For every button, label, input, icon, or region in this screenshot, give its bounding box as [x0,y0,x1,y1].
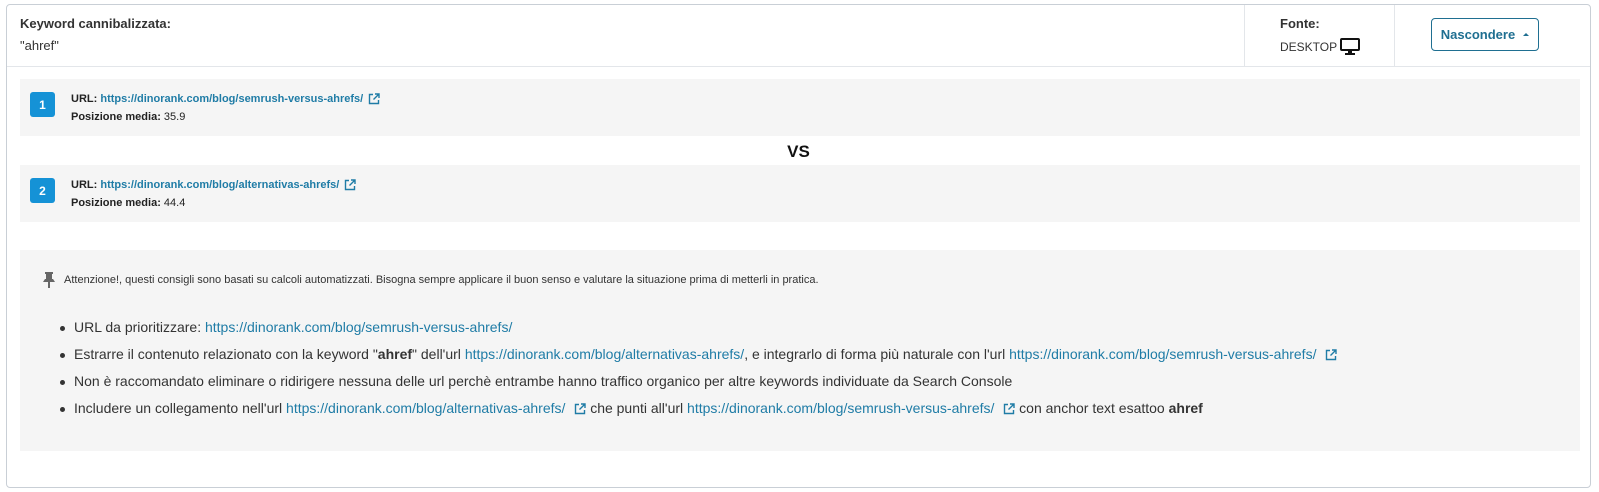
list-item: Includere un collegamento nell'url https… [59,396,1337,423]
tips-list: URL da prioritizzare: https://dinorank.c… [59,315,1338,423]
source-label: Fonte: [1280,16,1320,31]
url-link[interactable]: https://dinorank.com/blog/semrush-versus… [687,400,994,416]
list-item: Estrarre il contenuto relazionato con la… [59,342,1338,369]
keyword-label: Keyword cannibalizzata: [20,16,171,31]
url-link[interactable]: https://dinorank.com/blog/alternativas-a… [465,346,744,362]
cannibalization-card: Keyword cannibalizzata: "ahref" Fonte: D… [6,4,1591,488]
hide-button[interactable]: Nascondere [1431,18,1539,51]
rank-badge: 2 [30,178,55,203]
external-link-icon[interactable] [574,403,586,415]
tip-text: Includere un collegamento nell'url [74,400,283,416]
rank-badge: 1 [30,92,55,117]
advice-box: Attenzione!, questi consigli sono basati… [20,250,1580,451]
keyword-bold: ahref [1168,400,1203,416]
position-value: 44.4 [163,197,186,209]
position-value: 35.9 [163,111,186,123]
hide-button-label: Nascondere [1440,27,1516,42]
url-label: URL: [71,179,98,191]
url-link[interactable]: https://dinorank.com/blog/alternativas-a… [286,400,565,416]
warning-text: Attenzione!, questi consigli sono basati… [64,274,819,286]
external-link-icon[interactable] [1003,403,1015,415]
keyword-bold: ahref [377,346,413,362]
position-line: Posizione media: 35.9 [71,111,185,123]
keyword-value: "ahref" [20,38,59,53]
url-label: URL: [71,93,98,105]
position-label: Posizione media: [71,197,161,209]
tip-text: con anchor text esattoo [1019,400,1165,416]
position-label: Posizione media: [71,111,161,123]
tip-text: Non è raccomandato eliminare o ridiriger… [74,373,1013,389]
caret-up-icon [1523,33,1530,36]
external-link-icon[interactable] [344,179,357,191]
url-link[interactable]: https://dinorank.com/blog/semrush-versus… [100,93,363,105]
warning-line: Attenzione!, questi consigli sono basati… [42,271,819,289]
divider [1244,5,1245,66]
url-line: URL: https://dinorank.com/blog/semrush-v… [71,93,380,105]
tip-text: che punti all'url [590,400,684,416]
tip-text: , e integrarlo di forma più naturale con… [744,346,1006,362]
external-link-icon[interactable] [368,93,380,105]
source-value: DESKTOP [1280,38,1361,56]
source-text: DESKTOP [1280,40,1338,54]
tip-text: " dell'url [412,346,461,362]
list-item: Non è raccomandato eliminare o ridiriger… [59,369,1337,396]
vs-label: VS [787,142,810,161]
card-header: Keyword cannibalizzata: "ahref" Fonte: D… [7,5,1590,67]
url-row-1: 1 URL: https://dinorank.com/blog/semrush… [20,79,1580,136]
list-item: URL da prioritizzare: https://dinorank.c… [59,315,1337,342]
url-link[interactable]: https://dinorank.com/blog/semrush-versus… [205,319,512,335]
divider [1394,5,1395,66]
url-link[interactable]: https://dinorank.com/blog/alternativas-a… [100,179,339,191]
url-row-2: 2 URL: https://dinorank.com/blog/alterna… [20,165,1580,222]
tip-text: Estrarre il contenuto relazionato con la… [74,346,378,362]
position-line: Posizione media: 44.4 [71,197,185,209]
external-link-icon[interactable] [1325,349,1338,361]
url-link[interactable]: https://dinorank.com/blog/semrush-versus… [1009,346,1316,362]
tip-text: URL da prioritizzare: [74,319,202,335]
pin-icon [43,272,55,288]
desktop-icon [1340,38,1361,55]
url-line: URL: https://dinorank.com/blog/alternati… [71,179,357,191]
